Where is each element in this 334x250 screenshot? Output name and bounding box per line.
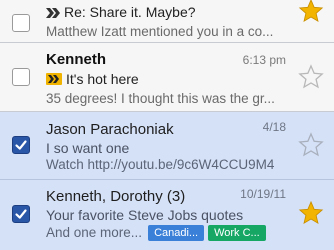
message-subject: Re: Share it. Maybe? [64,4,196,20]
message-snippet: 35 degrees! I thought this was the gr... [46,91,275,106]
message-sender: Jason Parachoniak [46,121,174,138]
star-outline-icon[interactable] [298,132,324,158]
star-icon[interactable] [298,200,324,226]
message-time: 6:13 pm [242,53,286,67]
star-outline-icon[interactable] [298,64,324,90]
select-checkbox[interactable] [12,14,30,32]
message-row[interactable]: Kenneth 6:13 pm It's hot here 35 degrees… [0,43,334,112]
checkmark-icon [15,209,27,219]
label-chip[interactable]: Work C... [208,225,266,242]
message-subject-line: It's hot here [46,71,139,88]
message-subject-line: Re: Share it. Maybe? [46,4,196,21]
message-snippet-line: And one more... Canadi... Work C... [46,225,266,242]
select-checkbox[interactable] [12,136,30,154]
select-checkbox[interactable] [12,68,30,86]
message-time: 10/19/11 [240,187,286,201]
message-subject: I so want one [46,140,130,156]
message-sender: Kenneth [46,51,106,68]
importance-marker-icon [46,72,62,88]
message-snippet: Watch http://youtu.be/9c6W4CCU9M4 [46,157,275,172]
checkmark-icon [15,140,27,150]
message-list: Re: Share it. Maybe? Matthew Izatt menti… [0,0,334,250]
message-sender: Kenneth, Dorothy (3) [46,188,186,205]
message-time: 4/18 [262,120,286,134]
message-row[interactable]: Re: Share it. Maybe? Matthew Izatt menti… [0,0,334,43]
message-subject: Your favorite Steve Jobs quotes [46,207,244,223]
message-snippet: Matthew Izatt mentioned you in a co... [46,24,274,39]
select-checkbox[interactable] [12,205,30,223]
label-chip[interactable]: Canadi... [148,225,205,242]
star-icon[interactable] [298,0,324,24]
message-snippet: And one more... [46,225,143,240]
message-subject: It's hot here [66,71,139,87]
message-row[interactable]: Jason Parachoniak 4/18 I so want one Wat… [0,112,334,180]
importance-marker-icon [46,5,60,21]
